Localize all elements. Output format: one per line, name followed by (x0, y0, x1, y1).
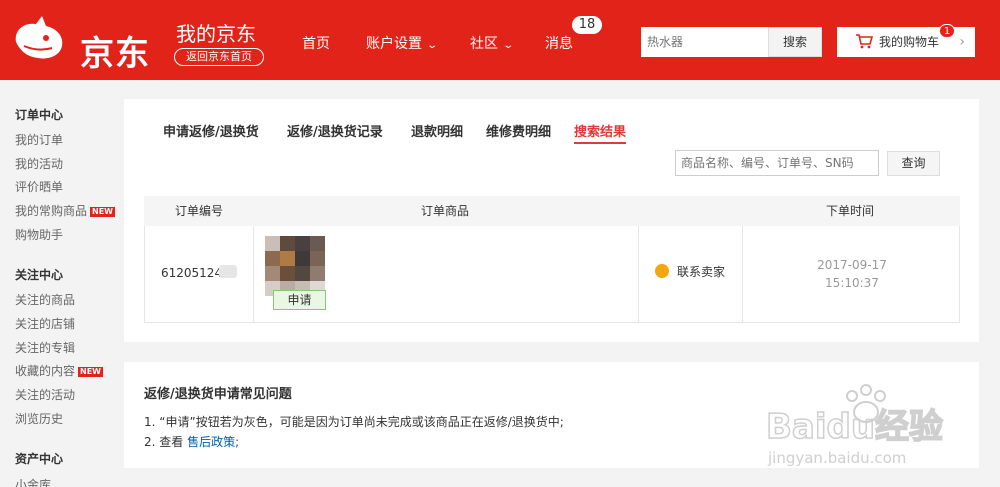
logo-text: 京东 (80, 34, 150, 74)
sidebar-item-shopping-assistant[interactable]: 购物助手 (15, 226, 63, 243)
cart-count-badge: 1 (939, 24, 955, 38)
sidebar-item-followed-stores[interactable]: 关注的店铺 (15, 315, 75, 332)
after-sales-panel: 申请返修/退换货 返修/退换货记录 退款明细 维修费明细 搜索结果 查询 订单编… (124, 99, 979, 342)
order-clock-time: 15:10:37 (825, 276, 879, 290)
jd-logo[interactable]: 京东 (8, 12, 158, 74)
nav-community[interactable]: 社区 ⌄ (470, 33, 515, 53)
order-number[interactable]: 61205124 (161, 266, 222, 280)
faq-title: 返修/退换货申请常见问题 (144, 387, 292, 402)
column-divider (253, 226, 254, 322)
cart-label: 我的购物车 (879, 35, 940, 49)
sidebar-item-reviews[interactable]: 评价晒单 (15, 178, 63, 195)
sidebar-item-my-orders[interactable]: 我的订单 (15, 131, 63, 148)
tab-search-results[interactable]: 搜索结果 (574, 121, 627, 144)
tab-apply-return[interactable]: 申请返修/退换货 (163, 121, 259, 140)
search-input[interactable] (641, 27, 768, 57)
new-badge: NEW (78, 367, 103, 377)
sidebar-section-title: 关注中心 (15, 268, 64, 282)
apply-button[interactable]: 申请 (273, 290, 326, 310)
sidebar-section-title: 订单中心 (15, 108, 64, 122)
sidebar-item-followed-activities[interactable]: 关注的活动 (15, 386, 75, 403)
redacted-order-digits (219, 265, 237, 278)
table-header: 订单编号 订单商品 下单时间 (144, 196, 960, 226)
chat-bubble-icon (655, 264, 669, 278)
chevron-right-icon: › (959, 34, 965, 50)
order-time: 2017-09-17 15:10:37 (743, 256, 961, 292)
faq-panel: 返修/退换货申请常见问题 1. “申请”按钮若为灰色，可能是因为订单尚未完成或该… (124, 362, 979, 468)
shopping-cart-icon (856, 34, 873, 49)
page-title: 我的京东 (176, 22, 256, 46)
query-button[interactable]: 查询 (887, 151, 940, 176)
faq-line-2: 2. 查看 售后政策; (144, 435, 240, 449)
nav-account-settings[interactable]: 账户设置 ⌄ (366, 33, 439, 53)
search-button[interactable]: 搜索 (768, 27, 822, 57)
sidebar-item-saved-content[interactable]: 收藏的内容 NEW (15, 362, 103, 379)
nav-home[interactable]: 首页 (302, 33, 330, 53)
column-header-products: 订单商品 (421, 204, 470, 218)
order-search-input[interactable] (675, 150, 879, 176)
message-count-badge: 18 (572, 16, 602, 34)
sidebar-item-followed-products[interactable]: 关注的商品 (15, 291, 75, 308)
jd-dog-icon (15, 16, 63, 59)
sidebar-item-my-activities[interactable]: 我的活动 (15, 155, 63, 172)
product-thumbnail[interactable] (265, 236, 325, 296)
top-header: 京东 我的京东 返回京东首页 首页 账户设置⌄ 社区⌄ 消息 18 搜索 我的购… (0, 0, 1000, 80)
column-divider (638, 226, 639, 322)
chevron-down-icon: ⌄ (426, 40, 439, 51)
faq-line-1: 1. “申请”按钮若为灰色，可能是因为订单尚未完成或该商品正在返修/退换货中; (144, 415, 564, 429)
column-header-order-time: 下单时间 (826, 204, 875, 218)
new-badge: NEW (90, 207, 115, 217)
sidebar-item-browsing-history[interactable]: 浏览历史 (15, 410, 63, 427)
back-home-link[interactable]: 返回京东首页 (174, 48, 264, 66)
tab-return-records[interactable]: 返修/退换货记录 (287, 121, 383, 140)
tab-refund-details[interactable]: 退款明细 (411, 121, 463, 140)
nav-messages[interactable]: 消息 (545, 33, 573, 53)
sidebar-item-followed-albums[interactable]: 关注的专辑 (15, 339, 75, 356)
sidebar-item-xiaojinku[interactable]: 小金库 (15, 476, 51, 487)
sidebar: 订单中心 我的订单 我的活动 评价晒单 我的常购商品 NEW 购物助手 关注中心 … (0, 80, 120, 487)
after-sales-policy-link[interactable]: 售后政策; (187, 435, 239, 449)
sidebar-section-title: 资产中心 (15, 452, 64, 466)
order-date: 2017-09-17 (817, 258, 887, 272)
column-header-order-no: 订单编号 (175, 204, 224, 218)
sidebar-item-frequent-products[interactable]: 我的常购商品 NEW (15, 202, 115, 219)
tab-repair-fee-details[interactable]: 维修费明细 (486, 121, 551, 140)
table-row: 61205124 申请 联系卖家 2017-09-17 15:10:37 (144, 226, 960, 323)
chevron-down-icon: ⌄ (502, 40, 515, 51)
